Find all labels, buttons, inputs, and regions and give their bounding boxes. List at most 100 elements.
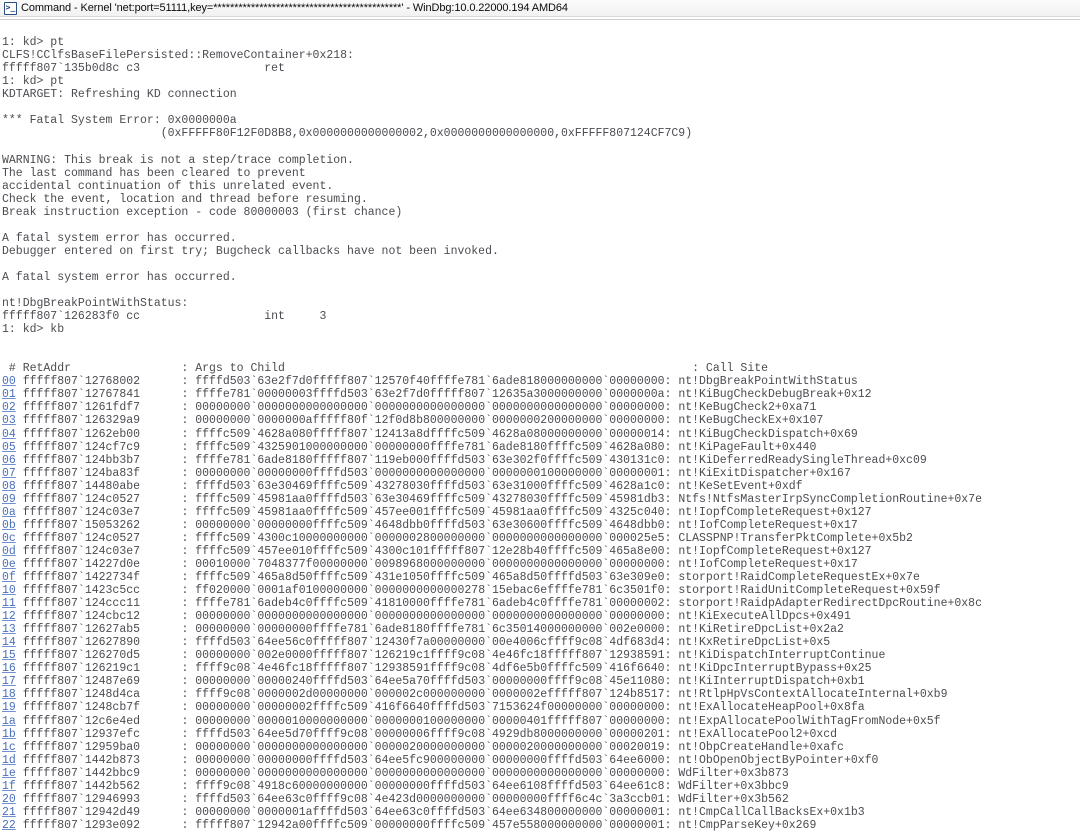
frame-index-link[interactable]: 18 (2, 688, 16, 701)
console-line: Break instruction exception - code 80000… (2, 205, 403, 219)
stack-frame-row[interactable]: 09 fffff807`124c0527 : ffffc509`45981aa0… (2, 493, 1080, 506)
frame-index-link[interactable]: 04 (2, 428, 16, 441)
stack-frame-row[interactable]: 01 fffff807`12767841 : ffffe781`00000003… (2, 388, 1080, 401)
stack-frame-row[interactable]: 0b fffff807`15053262 : 00000000`00000000… (2, 519, 1080, 532)
frame-details: fffff807`126219c1 : ffff9c08`4e46fc18fff… (15, 662, 872, 676)
console-line: Check the event, location and thread bef… (2, 192, 368, 206)
frame-details: fffff807`1261fdf7 : 00000000`00000000000… (15, 401, 817, 415)
frame-details: fffff807`12767841 : ffffe781`00000003fff… (15, 388, 872, 402)
stack-frame-row[interactable]: 21 fffff807`12942d49 : 00000000`0000001a… (2, 806, 1080, 819)
stack-frame-row[interactable]: 1f fffff807`1442b562 : ffff9c08`4918c600… (2, 780, 1080, 793)
frame-index-link[interactable]: 20 (2, 793, 16, 806)
stack-frame-row[interactable]: 15 fffff807`126270d5 : 00000000`002e0000… (2, 649, 1080, 662)
frame-index-link[interactable]: 0d (2, 545, 16, 558)
stack-frame-row[interactable]: 04 fffff807`1262eb00 : ffffc509`4628a080… (2, 428, 1080, 441)
stack-frame-row[interactable]: 1d fffff807`1442b873 : 00000000`00000000… (2, 754, 1080, 767)
stack-frame-row[interactable]: 1a fffff807`12c6e4ed : 00000000`00000100… (2, 715, 1080, 728)
frame-index-link[interactable]: 08 (2, 480, 16, 493)
frame-index-link[interactable]: 11 (2, 597, 16, 610)
frame-details: fffff807`1442b562 : ffff9c08`4918c600000… (15, 779, 789, 793)
stack-frame-row[interactable]: 12 fffff807`124cbc12 : 00000000`00000000… (2, 610, 1080, 623)
stack-frame-row[interactable]: 17 fffff807`12487e69 : 00000000`00000240… (2, 675, 1080, 688)
stack-frame-row[interactable]: 06 fffff807`124bb3b7 : ffffe781`6ade8180… (2, 454, 1080, 467)
frame-index-link[interactable]: 09 (2, 493, 16, 506)
stack-frame-row[interactable]: 10 fffff807`1423c5cc : ff020000`0001af01… (2, 584, 1080, 597)
stack-frame-row[interactable]: 05 fffff807`124cf7c9 : ffffc509`43259010… (2, 441, 1080, 454)
frame-index-link[interactable]: 1e (2, 767, 16, 780)
stack-frame-row[interactable]: 1c fffff807`12959ba0 : 00000000`00000000… (2, 741, 1080, 754)
command-output-pane[interactable]: 1: kd> pt CLFS!CClfsBaseFilePersisted::Re… (0, 20, 1080, 832)
stack-frame-row[interactable]: 18 fffff807`1248d4ca : ffff9c08`0000002d… (2, 688, 1080, 701)
frame-details: fffff807`126270d5 : 00000000`002e0000fff… (15, 649, 886, 663)
frame-index-link[interactable]: 21 (2, 806, 16, 819)
frame-index-link[interactable]: 0a (2, 506, 16, 519)
frame-details: fffff807`124ba83f : 00000000`00000000fff… (15, 466, 851, 480)
frame-index-link[interactable]: 16 (2, 662, 16, 675)
frame-index-link[interactable]: 1c (2, 741, 16, 754)
frame-index-link[interactable]: 0c (2, 532, 16, 545)
frame-details: fffff807`124c03e7 : ffffc509`457ee010fff… (15, 544, 872, 558)
frame-index-link[interactable]: 00 (2, 375, 16, 388)
frame-index-link[interactable]: 1d (2, 754, 16, 767)
stack-frame-row[interactable]: 1e fffff807`1442bbc9 : 00000000`00000000… (2, 767, 1080, 780)
stack-frame-row[interactable]: 0d fffff807`124c03e7 : ffffc509`457ee010… (2, 545, 1080, 558)
frame-index-link[interactable]: 10 (2, 584, 16, 597)
frame-index-link[interactable]: 14 (2, 636, 16, 649)
frame-details: fffff807`126329a9 : 00000000`0000000afff… (15, 414, 824, 428)
title-bar[interactable]: >_ Command - Kernel 'net:port=51111,key=… (0, 0, 1080, 17)
stack-frame-row[interactable]: 00 fffff807`12768002 : ffffd503`63e2f7d0… (2, 375, 1080, 388)
frame-details: fffff807`15053262 : 00000000`00000000fff… (15, 518, 858, 532)
frame-index-link[interactable]: 22 (2, 819, 16, 832)
frame-index-link[interactable]: 19 (2, 701, 16, 714)
stack-frame-row[interactable]: 0c fffff807`124c0527 : ffffc509`4300c100… (2, 532, 1080, 545)
stack-frame-row[interactable]: 13 fffff807`12627ab5 : 00000000`00000000… (2, 623, 1080, 636)
stack-frame-row[interactable]: 02 fffff807`1261fdf7 : 00000000`00000000… (2, 401, 1080, 414)
frame-index-link[interactable]: 1f (2, 780, 16, 793)
stack-frame-row[interactable]: 19 fffff807`1248cb7f : 00000000`00000002… (2, 701, 1080, 714)
frame-details: fffff807`1248cb7f : 00000000`00000002fff… (15, 701, 865, 715)
frame-details: fffff807`12946993 : ffffd503`64ee63c0fff… (15, 792, 789, 806)
stack-frame-row[interactable]: 07 fffff807`124ba83f : 00000000`00000000… (2, 467, 1080, 480)
stack-frame-row[interactable]: 08 fffff807`14480abe : ffffd503`63e30469… (2, 480, 1080, 493)
stack-frame-row[interactable]: 22 fffff807`1293e092 : fffff807`12942a00… (2, 819, 1080, 832)
frame-index-link[interactable]: 0e (2, 558, 16, 571)
frame-index-link[interactable]: 13 (2, 623, 16, 636)
frame-details: fffff807`12c6e4ed : 00000000`00000100000… (15, 714, 941, 728)
console-line: CLFS!CClfsBaseFilePersisted::RemoveConta… (2, 49, 354, 63)
frame-index-link[interactable]: 06 (2, 454, 16, 467)
frame-index-link[interactable]: 15 (2, 649, 16, 662)
frame-details: fffff807`12937efc : ffffd503`64ee5d70fff… (15, 727, 838, 741)
frame-index-link[interactable]: 05 (2, 441, 16, 454)
frame-index-link[interactable]: 01 (2, 388, 16, 401)
stack-frame-row[interactable]: 03 fffff807`126329a9 : 00000000`0000000a… (2, 414, 1080, 427)
stack-frame-row[interactable]: 11 fffff807`124ccc11 : ffffe781`6adeb4c0… (2, 597, 1080, 610)
frame-details: fffff807`124bb3b7 : ffffe781`6ade8180fff… (15, 453, 927, 467)
stack-frame-row[interactable]: 1b fffff807`12937efc : ffffd503`64ee5d70… (2, 728, 1080, 741)
console-line: 1: kd> pt (2, 75, 65, 89)
console-line: The last command has been cleared to pre… (2, 166, 306, 180)
console-line: A fatal system error has occurred. (2, 231, 237, 245)
stack-frame-row[interactable]: 16 fffff807`126219c1 : ffff9c08`4e46fc18… (2, 662, 1080, 675)
console-line: 1: kd> pt (2, 36, 65, 50)
frame-index-link[interactable]: 1b (2, 728, 16, 741)
console-line: accidental continuation of this unrelate… (2, 179, 334, 193)
stack-frame-row[interactable]: 0f fffff807`1422734f : ffffc509`465a8d50… (2, 571, 1080, 584)
frame-index-link[interactable]: 07 (2, 467, 16, 480)
frame-index-link[interactable]: 02 (2, 401, 16, 414)
frame-index-link[interactable]: 1a (2, 715, 16, 728)
frame-details: fffff807`12942d49 : 00000000`0000001afff… (15, 805, 865, 819)
frame-index-link[interactable]: 17 (2, 675, 16, 688)
stack-frame-row[interactable]: 14 fffff807`12627890 : ffffd503`64ee56c0… (2, 636, 1080, 649)
console-line: fffff807`126283f0 cc int 3 (2, 310, 327, 324)
stack-frame-row[interactable]: 0e fffff807`14227d0e : 00010000`7048377f… (2, 558, 1080, 571)
frame-index-link[interactable]: 0f (2, 571, 16, 584)
stack-frame-row[interactable]: 20 fffff807`12946993 : ffffd503`64ee63c0… (2, 793, 1080, 806)
frame-index-link[interactable]: 03 (2, 414, 16, 427)
frame-details: fffff807`124cf7c9 : ffffc509`43259010000… (15, 440, 817, 454)
console-line: fffff807`135b0d8c c3 ret (2, 62, 285, 76)
frame-index-link[interactable]: 12 (2, 610, 16, 623)
stack-frame-row[interactable]: 0a fffff807`124c03e7 : ffffc509`45981aa0… (2, 506, 1080, 519)
frame-index-link[interactable]: 0b (2, 519, 16, 532)
